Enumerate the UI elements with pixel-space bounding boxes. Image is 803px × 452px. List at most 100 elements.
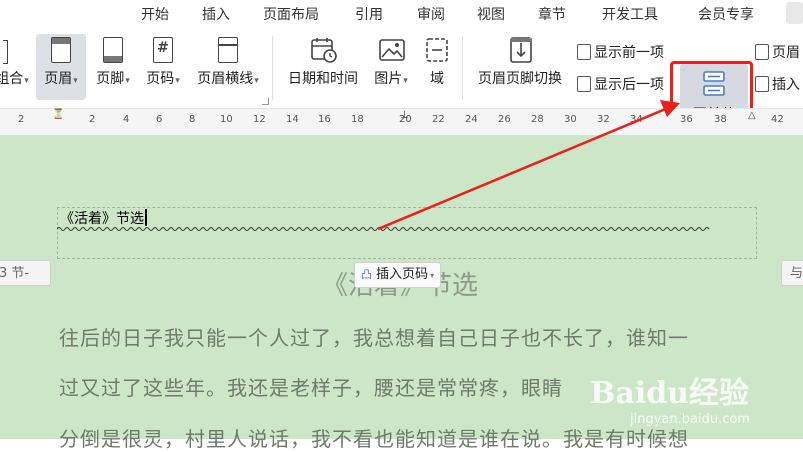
insert-page-number-button[interactable]: 凸 插入页码 ▾ bbox=[354, 262, 442, 288]
menu-item-developer[interactable]: 开发工具 bbox=[602, 4, 658, 24]
ruler-number: 36 bbox=[680, 114, 693, 125]
show-previous-label: 显示前一项 bbox=[594, 45, 664, 61]
date-time-label: 日期和时间 bbox=[288, 71, 358, 87]
ruler-number: 34 bbox=[630, 114, 643, 125]
show-next-icon bbox=[577, 76, 591, 92]
ruler-number: 26 bbox=[498, 114, 511, 125]
header-footer-ribbon: 组合▾ 页眉▾ 页脚▾ # 页码▾ 页眉横线▾ 日期和时间 图片▾ 域 页眉页脚… bbox=[0, 28, 803, 139]
watermark-sub: jingyan.baidu.com bbox=[630, 412, 750, 427]
menu-item-member[interactable]: 会员专享 bbox=[698, 4, 754, 24]
header-label: 页眉 bbox=[44, 71, 73, 87]
menu-item-view[interactable]: 视图 bbox=[477, 4, 505, 24]
section-label-left: 3 节- bbox=[0, 260, 51, 286]
ruler-number: 12 bbox=[253, 114, 266, 125]
header-line-button[interactable]: 页眉横线▾ bbox=[192, 36, 264, 88]
combine-button[interactable]: 组合▾ bbox=[0, 36, 32, 88]
document-page[interactable]: 《活着》节选 《活着》节选 3 节- 与 凸 插入页码▾ 往后的日子我只能一个人… bbox=[0, 135, 803, 451]
ruler-number: 4 bbox=[123, 114, 130, 125]
insert-right-label: 插入 bbox=[772, 77, 800, 93]
ruler-number: 2 bbox=[89, 114, 96, 125]
ribbon-divider bbox=[462, 36, 463, 100]
watermark-main: Baidu经验 bbox=[590, 376, 749, 411]
header-line-label: 页眉横线 bbox=[197, 71, 254, 87]
combine-icon bbox=[0, 36, 25, 64]
header-wavy-line bbox=[57, 227, 710, 231]
page-number-button[interactable]: # 页码▾ bbox=[140, 36, 186, 88]
ruler-number: 2 bbox=[18, 114, 25, 125]
watermark: Baidu经验 jingyan.baidu.com bbox=[590, 368, 750, 427]
insert-right-button[interactable]: 插入 bbox=[755, 74, 800, 94]
calendar-clock-icon bbox=[310, 36, 337, 64]
insert-page-number-label: 插入页码 bbox=[376, 267, 429, 282]
menu-item-section[interactable]: 章节 bbox=[538, 4, 566, 24]
header-footer-switch-button[interactable]: 页眉页脚切换 bbox=[473, 36, 567, 88]
dialog-launcher-icon[interactable] bbox=[262, 98, 269, 105]
chevron-down-icon: ▾ bbox=[175, 76, 180, 86]
tab-stop-icon[interactable]: ⊥ bbox=[400, 110, 409, 121]
ruler-number: 18 bbox=[351, 114, 364, 125]
chevron-down-icon: ▾ bbox=[403, 76, 408, 86]
right-indent-marker-icon[interactable]: △ bbox=[748, 110, 756, 121]
header-footer-switch-label: 页眉页脚切换 bbox=[478, 71, 562, 87]
ruler-number: 16 bbox=[318, 114, 331, 125]
header-icon bbox=[48, 36, 74, 64]
chevron-down-icon: ▾ bbox=[254, 76, 259, 86]
ruler-number: 32 bbox=[597, 114, 610, 125]
field-button[interactable]: 域 bbox=[420, 36, 454, 88]
combine-label: 组合 bbox=[0, 71, 24, 87]
header-button[interactable]: 页眉▾ bbox=[36, 34, 86, 100]
footer-icon bbox=[100, 36, 126, 64]
menu-bar: 开始 插入 页面布局 引用 审阅 视图 章节 开发工具 会员专享 bbox=[0, 0, 803, 28]
picture-label: 图片 bbox=[374, 71, 403, 87]
show-previous-icon bbox=[577, 44, 591, 60]
insert-icon bbox=[755, 76, 769, 92]
ruler-number: 42 bbox=[771, 114, 784, 125]
header-area[interactable] bbox=[57, 207, 757, 259]
ruler-number: 10 bbox=[220, 114, 233, 125]
date-time-button[interactable]: 日期和时间 bbox=[284, 36, 362, 88]
ruler-number: 22 bbox=[432, 114, 445, 125]
paragraph-line: 分倒是很灵，村里人说话，我不看也能知道是谁在说。我是有时候想 bbox=[59, 427, 689, 451]
field-label: 域 bbox=[430, 71, 444, 87]
page-number-small-icon: 凸 bbox=[361, 268, 372, 281]
ruler-number: 24 bbox=[465, 114, 478, 125]
ruler-number: 30 bbox=[564, 114, 577, 125]
chevron-down-icon: ▾ bbox=[73, 76, 78, 86]
text-cursor bbox=[145, 209, 147, 226]
paragraph-line: 过又过了这些年。我还是老样子，腰还是常常疼，眼睛 bbox=[59, 376, 563, 400]
header-text-line[interactable]: 《活着》节选 bbox=[60, 208, 147, 228]
header-right-label: 页眉 bbox=[772, 45, 800, 61]
footer-button[interactable]: 页脚▾ bbox=[90, 36, 136, 88]
chevron-down-icon: ▾ bbox=[125, 76, 130, 86]
paragraph-line: 往后的日子我只能一个人过了，我总想着自己日子也不长了，谁知一 bbox=[59, 326, 689, 350]
header-text: 《活着》节选 bbox=[60, 211, 144, 227]
header-line-icon bbox=[215, 36, 241, 64]
footer-label: 页脚 bbox=[96, 71, 125, 87]
field-icon bbox=[424, 36, 450, 64]
chevron-down-icon: ▾ bbox=[430, 271, 435, 280]
menu-item-references[interactable]: 引用 bbox=[355, 4, 383, 24]
menu-item-insert[interactable]: 插入 bbox=[202, 4, 230, 24]
picture-icon bbox=[378, 36, 405, 64]
ruler-number: 28 bbox=[531, 114, 544, 125]
ruler-number: 38 bbox=[714, 114, 727, 125]
show-previous-button[interactable]: 显示前一项 bbox=[577, 42, 664, 62]
ruler-number: 14 bbox=[286, 114, 299, 125]
show-next-button[interactable]: 显示后一项 bbox=[577, 74, 664, 94]
picture-button[interactable]: 图片▾ bbox=[368, 36, 414, 88]
indent-marker-icon[interactable]: ⏳ bbox=[52, 109, 64, 120]
ruler-number: 6 bbox=[156, 114, 163, 125]
menu-item-page-layout[interactable]: 页面布局 bbox=[263, 4, 319, 24]
menu-item-start[interactable]: 开始 bbox=[141, 4, 169, 24]
menu-overflow-button[interactable] bbox=[786, 2, 803, 24]
menu-item-review[interactable]: 审阅 bbox=[417, 4, 445, 24]
chevron-down-icon: ▾ bbox=[24, 76, 29, 86]
header-right-button[interactable]: 页眉 bbox=[755, 42, 800, 62]
section-label-right: 与 bbox=[781, 260, 803, 286]
page-number-icon: # bbox=[150, 36, 176, 64]
header-edit-icon bbox=[755, 44, 769, 60]
switch-icon bbox=[507, 36, 533, 64]
show-next-label: 显示后一项 bbox=[594, 77, 664, 93]
ruler-number: 8 bbox=[189, 114, 196, 125]
horizontal-ruler: ⏳ 2 2 4 6 8 10 12 14 16 18 20 22 24 26 2… bbox=[0, 108, 803, 136]
